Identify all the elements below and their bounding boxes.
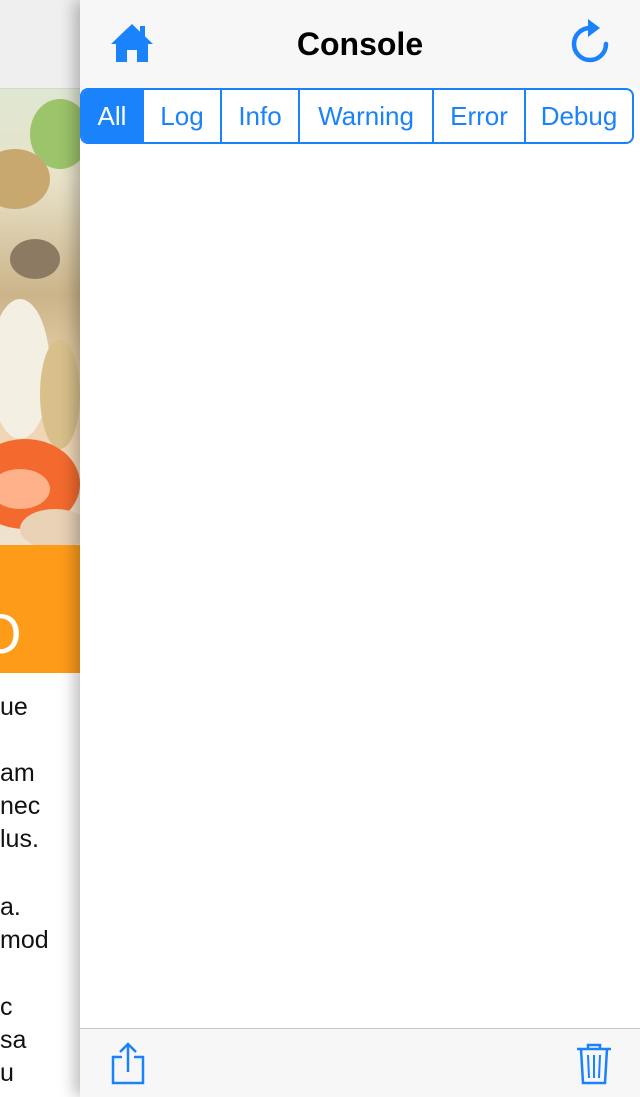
- body-line: a.: [0, 893, 21, 921]
- body-line: nec: [0, 792, 41, 820]
- background-app: O ue am nec lus. a. mod c sa u: [0, 0, 80, 1096]
- body-line: am: [0, 759, 35, 787]
- share-icon: [111, 1042, 145, 1085]
- background-top-bar: [0, 0, 80, 89]
- body-line: ue: [0, 693, 28, 721]
- filter-warning[interactable]: Warning: [300, 90, 434, 142]
- refresh-icon: [571, 19, 609, 63]
- filter-error[interactable]: Error: [434, 90, 526, 142]
- body-line: u: [0, 1059, 14, 1087]
- body-line: mod: [0, 926, 49, 954]
- navigation-bar: Console: [80, 0, 640, 88]
- page-title: Console: [296, 26, 424, 62]
- console-log-list[interactable]: [80, 146, 640, 1028]
- filter-log[interactable]: Log: [144, 90, 222, 142]
- console-panel: Console All Log Info Warning Error Debug: [80, 0, 640, 1097]
- body-line: lus.: [0, 825, 39, 853]
- food-photo: [0, 89, 80, 545]
- bottom-toolbar: [80, 1028, 640, 1097]
- log-level-filter: All Log Info Warning Error Debug: [80, 88, 634, 144]
- background-banner-text: O: [0, 606, 22, 662]
- filter-all[interactable]: All: [82, 90, 144, 142]
- body-line: sa: [0, 1026, 27, 1054]
- share-button[interactable]: [108, 1041, 148, 1087]
- trash-icon: [577, 1043, 611, 1085]
- body-line: c: [0, 993, 13, 1021]
- filter-info[interactable]: Info: [222, 90, 300, 142]
- filter-debug[interactable]: Debug: [526, 90, 632, 142]
- delete-button[interactable]: [574, 1041, 614, 1087]
- refresh-button[interactable]: [564, 16, 616, 68]
